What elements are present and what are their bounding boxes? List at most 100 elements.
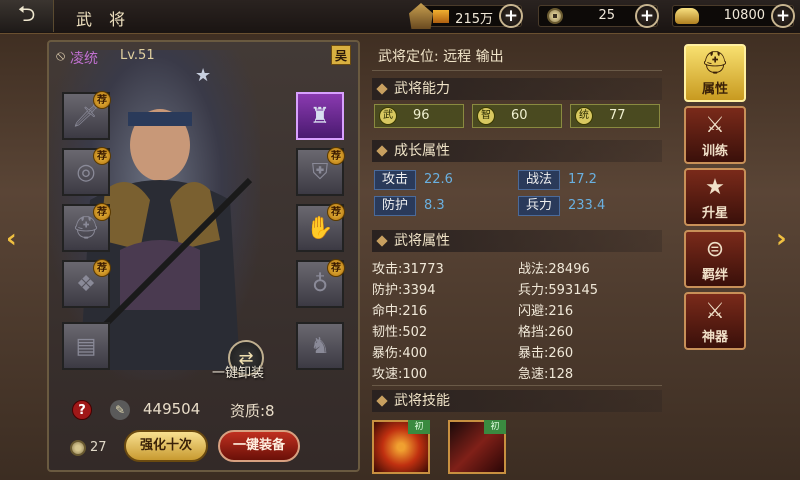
nav-star-up[interactable]: ★ 升星 xyxy=(684,168,746,226)
coin-icon xyxy=(70,440,86,456)
gourd-icon: ♁ xyxy=(311,271,329,297)
attr-right: 急速:128 xyxy=(518,367,574,382)
gold-plus-button[interactable]: + xyxy=(771,4,795,28)
gold-resource: 10800 + xyxy=(672,4,795,28)
slot-armor[interactable]: ⛨ 荐 xyxy=(296,147,345,196)
slot-shield[interactable]: ◎ 荐 xyxy=(62,147,111,196)
ability-value: 60 xyxy=(511,108,528,123)
divider xyxy=(372,70,662,71)
slot-accessory[interactable]: ❖ 荐 xyxy=(62,259,111,308)
growth-value: 233.4 xyxy=(568,198,606,213)
growth-value: 17.2 xyxy=(568,172,597,187)
growth-value: 8.3 xyxy=(424,198,445,213)
divider xyxy=(372,385,662,386)
nav-training[interactable]: ⚔ 训练 xyxy=(684,106,746,164)
gloves-icon: ✋ xyxy=(306,215,334,241)
nav-attributes[interactable]: ⛑ 属性 xyxy=(684,44,746,102)
skill-2[interactable]: 初 xyxy=(448,420,506,474)
nav-label: 升星 xyxy=(701,206,728,221)
growth-header: 成长属性 xyxy=(372,140,662,162)
top-bar: ⮌ 武 将 215万 + 25 + 10800 + xyxy=(0,0,800,34)
nav-label: 训练 xyxy=(701,144,728,159)
attr-right: 战法:28496 xyxy=(518,262,590,277)
bond-icon: ⊜ xyxy=(705,237,725,262)
ability-command: 统 77 xyxy=(570,104,660,128)
power-value: 215万 xyxy=(455,12,493,27)
gold-ingot-icon xyxy=(675,8,699,24)
slot-book[interactable]: ▤ xyxy=(62,322,110,370)
nav-label: 属性 xyxy=(701,82,728,97)
hero-power: 449504 xyxy=(143,400,201,418)
hero-position: 武将定位: 远程 输出 xyxy=(378,49,504,65)
attr-left: 防护:3394 xyxy=(372,283,436,298)
growth-label: 兵力 xyxy=(518,196,560,216)
recommend-badge: 荐 xyxy=(327,203,345,221)
power-bar-fill xyxy=(433,10,449,23)
tower-icon xyxy=(409,3,433,29)
attr-left: 攻击:31773 xyxy=(372,262,444,277)
coins-resource: 25 + xyxy=(538,4,659,28)
training-icon: ⚔ xyxy=(705,113,725,138)
slot-horse[interactable]: ♞ xyxy=(296,322,344,370)
skill-header: 武将技能 xyxy=(372,390,662,412)
unequip-all-label: 一键卸装 xyxy=(212,366,265,381)
power-icon: ✎ xyxy=(110,400,130,420)
class-icon: ⦸ xyxy=(56,48,66,64)
skill-badge: 初 xyxy=(484,420,506,434)
nav-label: 羁绊 xyxy=(701,268,728,283)
recommend-badge: 荐 xyxy=(327,259,345,277)
attr-right: 格挡:260 xyxy=(518,325,574,340)
power-resource: 215万 + xyxy=(409,3,523,29)
power-plus-button[interactable]: + xyxy=(499,4,523,28)
help-button[interactable]: ? xyxy=(72,400,92,420)
recommend-badge: 荐 xyxy=(93,147,111,165)
attr-right: 兵力:593145 xyxy=(518,283,599,298)
attr-left: 暴伤:400 xyxy=(372,346,428,361)
emblem-icon: ♜ xyxy=(310,103,330,129)
recommend-badge: 荐 xyxy=(93,91,111,109)
book-icon: ▤ xyxy=(75,333,97,359)
attr-header: 武将属性 xyxy=(372,230,662,252)
slot-weapon[interactable]: 🗡 荐 xyxy=(62,91,111,140)
ability-icon: 武 xyxy=(379,107,397,125)
ability-icon: 智 xyxy=(477,107,495,125)
attr-left: 命中:216 xyxy=(372,304,428,319)
ability-value: 96 xyxy=(413,108,430,123)
skill-1[interactable]: 初 xyxy=(372,420,430,474)
artifact-icon: ⚔ xyxy=(705,299,725,324)
recommend-badge: 荐 xyxy=(327,147,345,165)
gold-value: 10800 xyxy=(723,8,765,23)
ability-war: 武 96 xyxy=(374,104,464,128)
page-title: 武 将 xyxy=(76,10,132,29)
next-hero-arrow[interactable]: › xyxy=(776,224,787,254)
ability-icon: 统 xyxy=(575,107,593,125)
slot-emblem[interactable]: ♜ xyxy=(296,92,344,140)
growth-value: 22.6 xyxy=(424,172,453,187)
growth-label: 战法 xyxy=(518,170,560,190)
slot-helmet[interactable]: ⛑ 荐 xyxy=(62,203,111,252)
equip-all-button[interactable]: 一键装备 xyxy=(218,430,300,462)
recommend-badge: 荐 xyxy=(93,203,111,221)
ability-value: 77 xyxy=(609,108,626,123)
armor-icon: ⛨ xyxy=(311,159,329,185)
horse-icon: ♞ xyxy=(310,333,330,359)
growth-label: 攻击 xyxy=(374,170,416,190)
prev-hero-arrow[interactable]: ‹ xyxy=(6,224,17,254)
nav-bond[interactable]: ⊜ 羁绊 xyxy=(684,230,746,288)
recommend-badge: 荐 xyxy=(93,259,111,277)
attr-right: 闪避:216 xyxy=(518,304,574,319)
back-button[interactable]: ⮌ xyxy=(0,0,54,32)
attr-right: 暴击:260 xyxy=(518,346,574,361)
attr-left: 韧性:502 xyxy=(372,325,428,340)
hero-name: 凌统 xyxy=(70,51,98,67)
growth-label: 防护 xyxy=(374,196,416,216)
nav-artifact[interactable]: ⚔ 神器 xyxy=(684,292,746,350)
accessory-icon: ❖ xyxy=(76,271,96,297)
faction-badge: 吴 xyxy=(331,45,351,65)
coins-plus-button[interactable]: + xyxy=(635,4,659,28)
enhance-ten-button[interactable]: 强化十次 xyxy=(124,430,208,462)
slot-gourd[interactable]: ♁ 荐 xyxy=(296,259,345,308)
shield-icon: ◎ xyxy=(76,159,96,185)
coins-value: 25 xyxy=(598,8,615,23)
slot-gloves[interactable]: ✋ 荐 xyxy=(296,203,345,252)
